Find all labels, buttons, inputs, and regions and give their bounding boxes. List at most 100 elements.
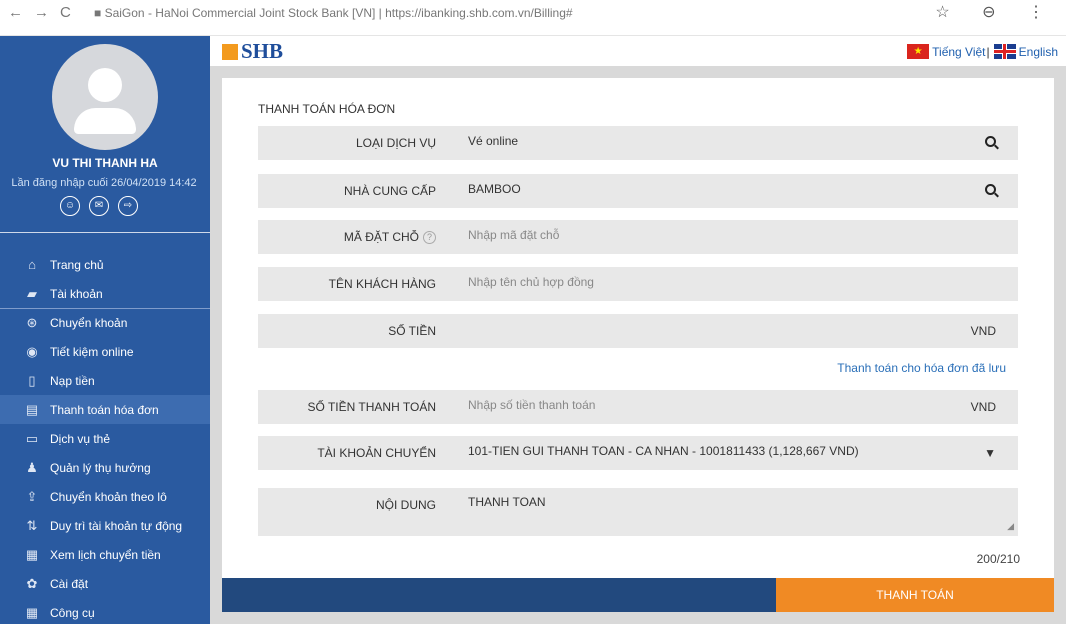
service-type-label: Loại dịch vụ bbox=[355, 136, 436, 150]
source-account-value[interactable]: 101-TIEN GUI THANH TOAN - CA NHAN - 1001… bbox=[468, 436, 859, 470]
sidebar-item-tools[interactable]: ▦ Công cụ bbox=[0, 598, 210, 624]
shb-logo[interactable]: SHB bbox=[222, 39, 283, 64]
mail-icon[interactable]: ✉ bbox=[89, 196, 109, 216]
browser-actions[interactable]: ☆ ⊖ ⋮ bbox=[935, 2, 1058, 22]
source-account-label: Tài khoản chuyển bbox=[317, 446, 436, 460]
invoice-icon: ▤ bbox=[25, 401, 39, 417]
sidebar: VU THI THANH HA Lần đăng nhập cuối 26/04… bbox=[0, 36, 210, 624]
top-header: SHB ★ Tiếng Việt | English bbox=[210, 36, 1066, 66]
sidebar-item-label: Quản lý thụ hưởng bbox=[50, 460, 151, 475]
booking-code-field[interactable]: Mã đặt chỗ? Nhập mã đặt chỗ bbox=[258, 220, 1018, 254]
source-account-select[interactable]: Tài khoản chuyển 101-TIEN GUI THANH TOAN… bbox=[258, 436, 1018, 470]
sidebar-item-beneficiaries[interactable]: ♟ Quản lý thụ hưởng bbox=[0, 453, 210, 482]
sidebar-item-label: Công cụ bbox=[50, 605, 95, 620]
lang-english-link[interactable]: English bbox=[1019, 45, 1058, 59]
char-counter: 200/210 bbox=[976, 552, 1020, 566]
language-switcher: ★ Tiếng Việt | English bbox=[907, 44, 1058, 59]
sidebar-item-batch-transfer[interactable]: ⇪ Chuyển khoản theo lô bbox=[0, 482, 210, 511]
help-icon[interactable]: ? bbox=[423, 231, 436, 245]
calendar-icon: ▦ bbox=[25, 546, 39, 562]
sidebar-item-home[interactable]: ⌂ Trang chủ bbox=[0, 250, 210, 279]
address-bar[interactable]: ■ SaiGon - HaNoi Commercial Joint Stock … bbox=[94, 6, 573, 20]
page-title: THANH TOÁN HÓA ĐƠN bbox=[258, 102, 396, 116]
service-type-value[interactable]: Vé online bbox=[468, 126, 518, 160]
lang-separator: | bbox=[986, 44, 990, 59]
resize-handle-icon[interactable]: ◢ bbox=[1007, 521, 1014, 532]
sidebar-item-label: Chuyển khoản bbox=[50, 316, 128, 330]
sidebar-item-label: Duy trì tài khoản tự động bbox=[50, 518, 183, 533]
upload-icon: ⇪ bbox=[26, 488, 38, 504]
booking-code-input[interactable]: Nhập mã đặt chỗ bbox=[468, 220, 559, 254]
customer-name-label: Tên khách hàng bbox=[328, 277, 436, 291]
sidebar-item-label: Nạp tiền bbox=[50, 373, 95, 388]
sidebar-item-bill-payment[interactable]: ▤ Thanh toán hóa đơn bbox=[0, 395, 210, 424]
sidebar-item-savings[interactable]: ◉ Tiết kiệm online bbox=[0, 337, 210, 366]
sidebar-item-label: Trang chủ bbox=[50, 257, 104, 272]
user-actions: ☺ ✉ ⇨ bbox=[60, 196, 138, 216]
search-icon[interactable] bbox=[985, 126, 996, 160]
folder-icon: ▰ bbox=[27, 285, 37, 301]
profile-icon[interactable]: ☺ bbox=[60, 196, 80, 216]
sidebar-item-label: Xem lịch chuyển tiền bbox=[50, 547, 161, 562]
saved-bill-link[interactable]: Thanh toán cho hóa đơn đã lưu bbox=[837, 361, 1006, 375]
logout-icon[interactable]: ⇨ bbox=[118, 196, 138, 216]
amount-currency: VND bbox=[970, 324, 996, 338]
uk-flag-icon[interactable] bbox=[993, 44, 1016, 59]
logo-text: SHB bbox=[241, 39, 284, 63]
home-icon: ⌂ bbox=[28, 257, 36, 272]
calculator-icon: ▦ bbox=[25, 604, 39, 620]
sidebar-menu: ⌂ Trang chủ ▰ Tài khoản ⊛ Chuyển khoản ◉ Tiế… bbox=[0, 250, 210, 624]
bill-payment-form: THANH TOÁN HÓA ĐƠN Loại dịch vụ Vé onlin… bbox=[222, 78, 1054, 578]
booking-code-label-text: Mã đặt chỗ bbox=[343, 230, 419, 244]
forward-icon[interactable]: → bbox=[34, 4, 49, 21]
content-field[interactable]: Nội dung THANH TOAN ◢ bbox=[258, 488, 1018, 536]
customer-name-input[interactable]: Nhập tên chủ hợp đồng bbox=[468, 267, 594, 301]
chevron-down-icon[interactable]: ▼ bbox=[984, 436, 996, 470]
sidebar-item-card-services[interactable]: ▭ Dịch vụ thẻ bbox=[0, 424, 210, 453]
phone-icon: ▯ bbox=[28, 372, 36, 388]
pay-amount-input[interactable]: Nhập số tiền thanh toán bbox=[468, 390, 595, 424]
service-type-field[interactable]: Loại dịch vụ Vé online bbox=[258, 126, 1018, 160]
sidebar-divider bbox=[0, 232, 210, 233]
pay-amount-label: Số tiền thanh toán bbox=[307, 400, 436, 414]
money-circle-icon: ⊛ bbox=[26, 315, 38, 330]
users-icon: ♟ bbox=[26, 459, 38, 475]
sidebar-item-label: Cài đặt bbox=[50, 576, 89, 591]
content-textarea[interactable]: THANH TOAN bbox=[468, 488, 546, 522]
sidebar-item-accounts[interactable]: ▰ Tài khoản bbox=[0, 279, 210, 308]
browser-toolbar: ← → C ■ SaiGon - HaNoi Commercial Joint … bbox=[0, 0, 1066, 36]
back-icon[interactable]: ← bbox=[8, 4, 23, 21]
sidebar-item-transfer[interactable]: ⊛ Chuyển khoản bbox=[0, 308, 210, 337]
amount-field: Số tiền VND bbox=[258, 314, 1018, 348]
content-label: Nội dung bbox=[376, 498, 436, 512]
lang-vietnamese-link[interactable]: Tiếng Việt bbox=[932, 45, 985, 59]
sidebar-item-topup[interactable]: ▯ Nạp tiền bbox=[0, 366, 210, 395]
avatar bbox=[52, 44, 158, 150]
search-icon[interactable] bbox=[985, 174, 996, 208]
card-icon: ▭ bbox=[25, 430, 39, 446]
vietnam-flag-icon[interactable]: ★ bbox=[907, 44, 930, 59]
pay-button[interactable]: THANH TOÁN bbox=[776, 578, 1054, 612]
sidebar-item-settings[interactable]: ✿ Cài đặt bbox=[0, 569, 210, 598]
amount-label: Số tiền bbox=[388, 324, 436, 338]
reload-icon[interactable]: C bbox=[60, 4, 71, 21]
customer-name-field[interactable]: Tên khách hàng Nhập tên chủ hợp đồng bbox=[258, 267, 1018, 301]
provider-label: Nhà cung cấp bbox=[343, 184, 436, 198]
sidebar-item-label: Tiết kiệm online bbox=[50, 344, 134, 359]
pay-amount-currency: VND bbox=[970, 400, 996, 414]
sidebar-item-auto-sweep[interactable]: ⇅ Duy trì tài khoản tự động bbox=[0, 511, 210, 540]
piggy-bank-icon: ◉ bbox=[26, 343, 38, 359]
provider-value[interactable]: BAMBOO bbox=[468, 174, 521, 208]
provider-field[interactable]: Nhà cung cấp BAMBOO bbox=[258, 174, 1018, 208]
pay-amount-field[interactable]: Số tiền thanh toán Nhập số tiền thanh to… bbox=[258, 390, 1018, 424]
form-footer: THANH TOÁN bbox=[222, 578, 1054, 612]
sidebar-item-label: Tài khoản bbox=[50, 286, 103, 301]
sidebar-item-label: Chuyển khoản theo lô bbox=[50, 489, 167, 504]
sort-arrows-icon: ⇅ bbox=[26, 517, 38, 533]
user-name: VU THI THANH HA bbox=[52, 156, 158, 170]
last-login-text: Lần đăng nhập cuối 26/04/2019 14:42 bbox=[11, 177, 197, 189]
gear-icon: ✿ bbox=[26, 575, 38, 591]
logo-mark-icon bbox=[222, 43, 238, 60]
sidebar-item-label: Dịch vụ thẻ bbox=[50, 431, 111, 446]
sidebar-item-transfer-schedule[interactable]: ▦ Xem lịch chuyển tiền bbox=[0, 540, 210, 569]
